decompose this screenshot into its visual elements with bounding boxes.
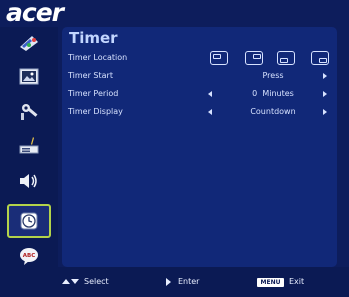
speaker-icon [20,174,37,188]
timer-period-label: Timer Period [68,89,119,98]
footer-hints: Select Enter MENU Exit [0,267,349,297]
left-arrow-icon[interactable] [208,109,212,115]
timer-start-label: Timer Start [68,71,113,80]
page-title: Timer [69,29,118,47]
sidebar-item-timer[interactable] [7,204,51,238]
timer-location-label: Timer Location [68,53,128,62]
clock-icon [20,212,38,230]
location-bottom-right-icon[interactable] [311,51,329,65]
sidebar-item-language[interactable]: ABC [9,242,49,270]
up-arrow-icon [62,279,70,284]
right-arrow-icon[interactable] [323,109,327,115]
timer-period-value: 0 Minutes [252,89,294,98]
sidebar-item-management[interactable] [9,97,49,125]
timer-start-value: Press [262,71,284,80]
acer-logo: acer [6,0,64,27]
abc-speech-bubble-icon: ABC [20,248,38,265]
osd-window: acer ABC Timer Timer Location Timer Star… [0,0,349,297]
sidebar-item-audio[interactable] [9,167,49,195]
timer-display-label: Timer Display [68,107,123,116]
enter-arrow-icon [166,278,171,286]
exit-hint: Exit [289,277,305,286]
timer-location-row[interactable]: Timer Location [68,50,330,66]
color-palette-icon [20,36,38,51]
timer-period-row[interactable]: Timer Period 0 Minutes [68,86,330,102]
sidebar-item-color[interactable] [9,29,49,57]
sidebar: ABC [0,27,58,267]
right-arrow-icon[interactable] [323,91,327,97]
image-icon [19,68,39,85]
timer-display-value: Countdown [250,107,296,116]
projector-setting-icon [19,137,39,154]
left-arrow-icon[interactable] [208,91,212,97]
location-top-right-icon[interactable] [245,51,263,65]
timer-display-row[interactable]: Timer Display Countdown [68,104,330,120]
timer-location-options [210,51,332,66]
sidebar-item-image[interactable] [9,63,49,91]
down-arrow-icon [71,279,79,284]
sidebar-item-setting[interactable] [9,131,49,159]
svg-text:ABC: ABC [23,253,36,259]
location-bottom-left-icon[interactable] [277,51,295,65]
select-hint: Select [84,277,109,286]
right-arrow-icon[interactable] [323,73,327,79]
settings-tools-icon [21,104,38,120]
location-top-left-icon[interactable] [210,51,228,65]
enter-hint: Enter [178,277,200,286]
timer-panel: Timer Timer Location Timer Start Press T… [62,27,337,267]
menu-badge: MENU [257,278,284,287]
timer-start-row[interactable]: Timer Start Press [68,68,330,84]
